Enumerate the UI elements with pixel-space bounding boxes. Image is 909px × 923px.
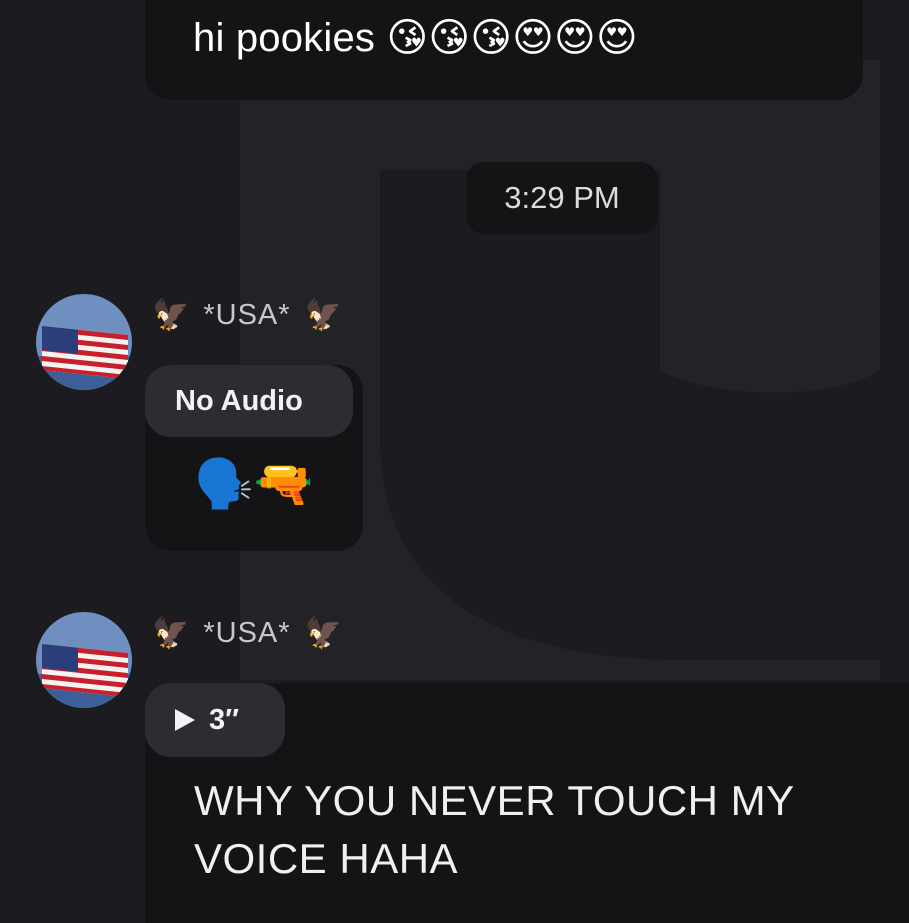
voice-duration: 3″ xyxy=(209,703,240,736)
eagle-emoji-icon: 🦅 xyxy=(304,299,342,332)
reply-label[interactable]: No Audio xyxy=(145,365,353,437)
flag-avatar-icon xyxy=(36,612,132,708)
reply-label-text: No Audio xyxy=(175,384,303,417)
timestamp-pill: 3:29 PM xyxy=(466,162,658,234)
voice-message-pill[interactable]: 3″ xyxy=(145,683,285,757)
flag-avatar-icon xyxy=(36,294,132,390)
avatar[interactable] xyxy=(36,294,132,390)
message-text: WHY YOU NEVER TOUCH MY VOICE HAHA xyxy=(194,772,795,888)
play-icon[interactable] xyxy=(175,709,195,731)
sender-header: 🦅 *USA* 🦅 xyxy=(152,298,342,333)
background-watermark xyxy=(240,60,880,680)
sender-header: 🦅 *USA* 🦅 xyxy=(152,616,342,651)
eagle-emoji-icon: 🦅 xyxy=(304,617,342,650)
sender-name[interactable]: *USA* xyxy=(203,299,290,332)
message-text: hi pookies 😘😘😘😍😍😍 xyxy=(193,8,638,68)
eagle-emoji-icon: 🦅 xyxy=(152,299,190,332)
message-text-line: VOICE HAHA xyxy=(194,835,459,882)
eagle-emoji-icon: 🦅 xyxy=(152,617,190,650)
sender-name[interactable]: *USA* xyxy=(203,617,290,650)
message-text-line: WHY YOU NEVER TOUCH MY xyxy=(194,777,795,824)
message-emojis: 🗣️🔫 xyxy=(194,458,314,511)
message-text-content: hi pookies xyxy=(193,16,376,60)
message-bubble-top[interactable]: hi pookies 😘😘😘😍😍😍 xyxy=(145,0,863,100)
message-emojis: 😘😘😘😍😍😍 xyxy=(386,16,638,60)
avatar[interactable] xyxy=(36,612,132,708)
